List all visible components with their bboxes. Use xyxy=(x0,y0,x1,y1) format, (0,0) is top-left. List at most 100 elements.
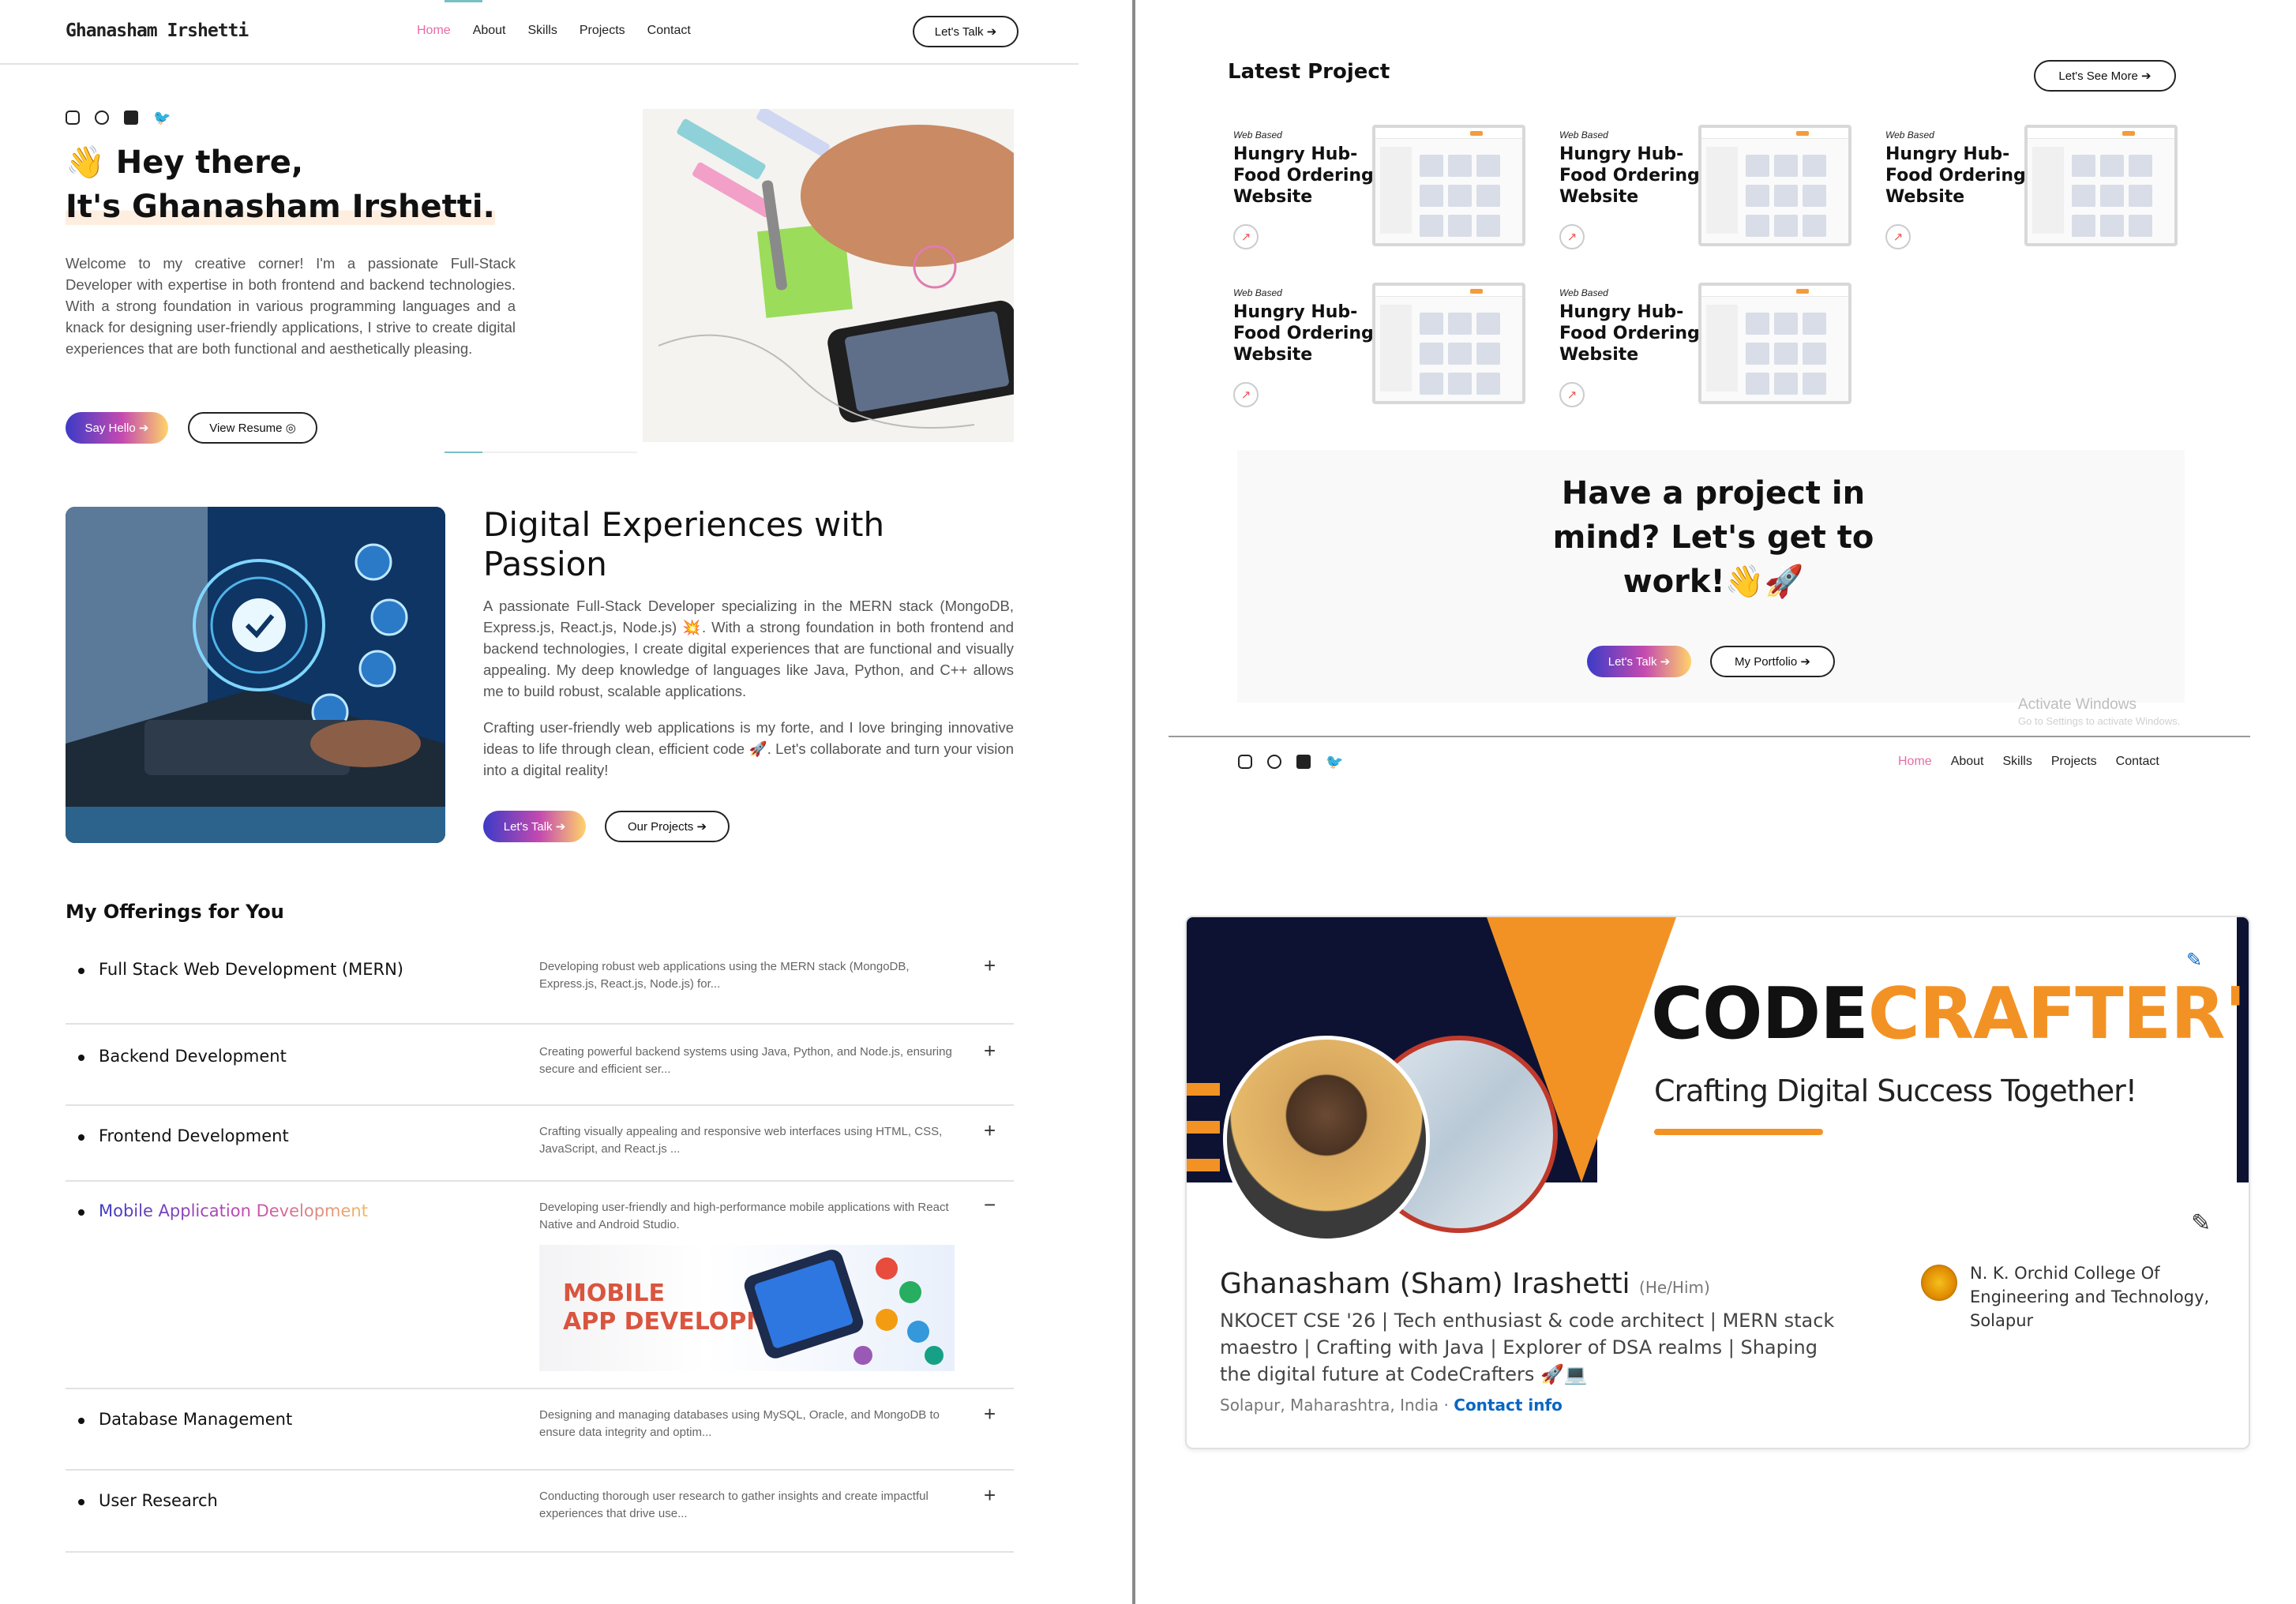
say-hello-button[interactable]: Say Hello ➔ xyxy=(66,412,168,444)
hero-image xyxy=(643,109,1014,442)
banner-title: CODECRAFTER'S xyxy=(1651,973,2249,1055)
project-card[interactable]: Web Based Hungry Hub-Food Ordering Websi… xyxy=(1230,283,1530,414)
profile-name-row: Ghanasham (Sham) Irashetti (He/Him) xyxy=(1220,1268,1710,1300)
our-projects-button[interactable]: Our Projects ➔ xyxy=(605,811,730,842)
view-resume-button[interactable]: View Resume ◎ xyxy=(188,412,317,444)
hero-progress-active xyxy=(445,452,482,453)
project-thumbnail xyxy=(1372,283,1525,404)
offering-desc: Developing user-friendly and high-perfor… xyxy=(539,1201,949,1231)
twitter-icon[interactable]: 🐦 xyxy=(1326,755,1343,769)
hero-illustration xyxy=(643,109,1014,442)
banner-stripe xyxy=(1187,1159,1220,1171)
activate-windows-title: Activate Windows xyxy=(2018,696,2137,713)
latest-project-title: Latest Project xyxy=(1228,60,1390,84)
about-lets-talk-button[interactable]: Let's Talk ➔ xyxy=(483,811,586,842)
hero-name: It's Ghanasham Irshetti. xyxy=(66,189,495,225)
linkedin-icon[interactable] xyxy=(124,111,138,125)
open-project-icon[interactable]: ↗ xyxy=(1233,224,1259,249)
project-card[interactable]: Web Based Hungry Hub-Food Ordering Websi… xyxy=(1556,125,1856,256)
github-icon[interactable] xyxy=(1267,755,1281,769)
activate-windows-sub: Go to Settings to activate Windows. xyxy=(2018,715,2181,727)
expand-icon[interactable]: + xyxy=(984,1402,996,1426)
hero-social-row: 🐦 xyxy=(66,111,171,125)
bullet-icon xyxy=(78,968,84,974)
offering-row[interactable]: User Research Conducting thorough user r… xyxy=(66,1471,1014,1553)
profile-name: Ghanasham (Sham) Irashetti xyxy=(1220,1268,1630,1300)
offering-row-expanded[interactable]: Mobile Application Development Developin… xyxy=(66,1182,1014,1389)
tech-illustration xyxy=(66,507,445,843)
expand-icon[interactable]: + xyxy=(984,1039,996,1063)
project-name: Hungry Hub-Food Ordering Website xyxy=(1559,302,1700,365)
offering-row[interactable]: Frontend Development Crafting visually a… xyxy=(66,1106,1014,1182)
open-project-icon[interactable]: ↗ xyxy=(1559,224,1585,249)
footer-nav: Home About Skills Projects Contact xyxy=(1898,755,2159,769)
edit-banner-icon[interactable]: ✎ xyxy=(2186,949,2202,972)
profile-education[interactable]: N. K. Orchid College Of Engineering and … xyxy=(1970,1261,2238,1332)
footer-nav-projects[interactable]: Projects xyxy=(2051,755,2097,769)
nav-home[interactable]: Home xyxy=(417,24,451,38)
footer-nav-contact[interactable]: Contact xyxy=(2116,755,2159,769)
footer-nav-home[interactable]: Home xyxy=(1898,755,1932,769)
expand-icon[interactable]: + xyxy=(984,1483,996,1508)
instagram-icon[interactable] xyxy=(1238,755,1252,769)
cta-lets-talk-button[interactable]: Let's Talk ➔ xyxy=(1587,646,1691,677)
project-thumbnail xyxy=(1698,283,1851,404)
project-card[interactable]: Web Based Hungry Hub-Food Ordering Websi… xyxy=(1556,283,1856,414)
bullet-icon xyxy=(78,1134,84,1141)
offering-row[interactable]: Backend Development Creating powerful ba… xyxy=(66,1025,1014,1106)
twitter-icon[interactable]: 🐦 xyxy=(153,111,171,125)
about-paragraph-1: A passionate Full-Stack Developer specia… xyxy=(483,598,1014,699)
profile-location: Solapur, Maharashtra, India xyxy=(1220,1396,1439,1415)
nav-projects[interactable]: Projects xyxy=(580,24,625,38)
offering-desc: Crafting visually appealing and responsi… xyxy=(539,1125,943,1156)
project-name: Hungry Hub-Food Ordering Website xyxy=(1233,144,1374,207)
project-card[interactable]: Web Based Hungry Hub-Food Ordering Websi… xyxy=(1882,125,2182,256)
about-title: Digital Experiences with Passion xyxy=(483,505,885,583)
panel-divider xyxy=(1132,0,1135,1604)
banner-underline xyxy=(1654,1129,1823,1135)
instagram-icon[interactable] xyxy=(66,111,80,125)
nav-skills[interactable]: Skills xyxy=(528,24,557,38)
profile-headline: NKOCET CSE '26 | Tech enthusiast & code … xyxy=(1220,1310,1835,1385)
hero-greeting: 👋 Hey there, xyxy=(66,144,304,181)
banner-stripe xyxy=(1187,1083,1220,1096)
project-tag: Web Based xyxy=(1559,129,1608,141)
project-name: Hungry Hub-Food Ordering Website xyxy=(1559,144,1700,207)
offering-desc: Creating powerful backend systems using … xyxy=(539,1045,952,1076)
project-thumbnail xyxy=(1372,125,1525,246)
hero-progress-track xyxy=(482,452,637,453)
college-logo-icon xyxy=(1921,1265,1957,1301)
footer-nav-about[interactable]: About xyxy=(1951,755,1984,769)
brand-logo[interactable]: Ghanasham Irshetti xyxy=(66,21,249,41)
nav-active-indicator xyxy=(445,0,482,2)
edit-profile-icon[interactable]: ✎ xyxy=(2191,1209,2211,1237)
profile-pronouns: (He/Him) xyxy=(1639,1278,1710,1297)
mobile-dev-image: MOBILE APP DEVELOPMENT xyxy=(539,1245,955,1371)
bullet-icon xyxy=(78,1209,84,1216)
offering-row[interactable]: Database Management Designing and managi… xyxy=(66,1389,1014,1471)
my-portfolio-button[interactable]: My Portfolio ➔ xyxy=(1710,646,1835,677)
expand-icon[interactable]: + xyxy=(984,1119,996,1143)
project-name: Hungry Hub-Food Ordering Website xyxy=(1233,302,1374,365)
bullet-icon xyxy=(78,1499,84,1505)
offering-row[interactable]: Full Stack Web Development (MERN) Develo… xyxy=(66,939,1014,1025)
open-project-icon[interactable]: ↗ xyxy=(1885,224,1911,249)
project-card[interactable]: Web Based Hungry Hub-Food Ordering Websi… xyxy=(1230,125,1530,256)
nav-contact[interactable]: Contact xyxy=(647,24,691,38)
open-project-icon[interactable]: ↗ xyxy=(1233,382,1259,407)
contact-info-link[interactable]: Contact info xyxy=(1454,1396,1563,1415)
open-project-icon[interactable]: ↗ xyxy=(1559,382,1585,407)
collapse-icon[interactable]: − xyxy=(984,1193,996,1217)
nav-about[interactable]: About xyxy=(473,24,506,38)
profile-avatar[interactable] xyxy=(1223,1036,1430,1242)
top-navbar: Ghanasham Irshetti Home About Skills Pro… xyxy=(0,0,1079,65)
offering-name: Frontend Development xyxy=(99,1126,289,1145)
footer-nav-skills[interactable]: Skills xyxy=(2003,755,2032,769)
linkedin-icon[interactable] xyxy=(1296,755,1311,769)
see-more-button[interactable]: Let's See More ➔ xyxy=(2034,60,2176,92)
github-icon[interactable] xyxy=(95,111,109,125)
nav-lets-talk-button[interactable]: Let's Talk ➔ xyxy=(913,16,1019,47)
bullet-icon xyxy=(78,1418,84,1424)
expand-icon[interactable]: + xyxy=(984,954,996,978)
project-tag: Web Based xyxy=(1885,129,1934,141)
